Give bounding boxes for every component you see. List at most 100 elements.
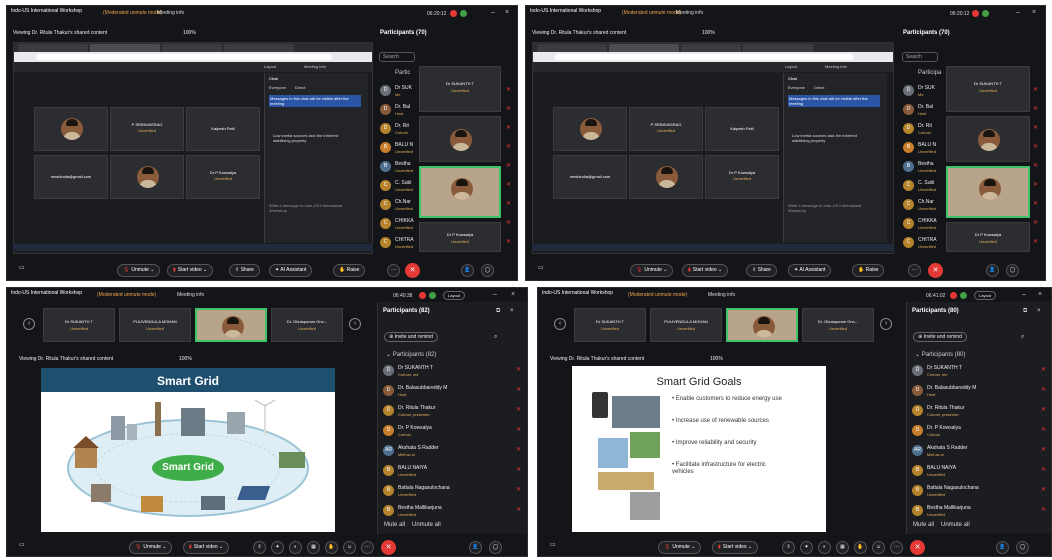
browser-tab[interactable] [681, 44, 741, 52]
mic-muted-icon[interactable]: ✕ [516, 386, 521, 393]
ai-assistant-icon[interactable]: ✦ [800, 541, 813, 554]
minimize-icon[interactable]: – [493, 291, 497, 298]
mic-muted-icon[interactable]: ✕ [516, 486, 521, 493]
participant-row[interactable]: C Ch.Nar Unverified ✕ [375, 196, 517, 214]
mic-muted-icon[interactable]: ✕ [1041, 386, 1046, 393]
browser-tab[interactable] [18, 44, 88, 52]
meeting-info-button[interactable]: Meeting info [708, 292, 735, 298]
video-tile[interactable]: nmshindia@gmail.com [34, 155, 108, 199]
mic-muted-icon[interactable]: ✕ [516, 506, 521, 513]
video-tile[interactable] [34, 107, 108, 151]
video-thumbnail[interactable]: Dr. Obulapuram Gno... Unverified [271, 308, 343, 342]
reactions-icon[interactable]: ☺ [872, 541, 885, 554]
participant-row[interactable]: B Bestha Mallikarjuna Unverified ✕ [378, 502, 527, 520]
participant-row[interactable]: B Battala Nagasulochana Unverified ✕ [907, 482, 1051, 500]
leave-meeting-button[interactable]: ✕ [928, 263, 943, 278]
participant-row[interactable]: D Dr SUK Me ✕ [375, 82, 517, 100]
chat-tab-everyone[interactable]: Everyone [788, 85, 805, 90]
mic-muted-icon[interactable]: ✕ [516, 426, 521, 433]
layout-button[interactable]: Layout [264, 64, 276, 69]
mic-muted-icon[interactable]: ✕ [1033, 124, 1038, 131]
mic-muted-icon[interactable]: ✕ [1033, 219, 1038, 226]
unmute-all-button[interactable]: Unmute all [412, 522, 441, 529]
mic-muted-icon[interactable]: ✕ [1033, 86, 1038, 93]
video-thumbnail[interactable]: Dr. Obulapuram Gno... Unverified [802, 308, 874, 342]
participant-row[interactable]: C Ch.Nar Unverified ✕ [898, 196, 1044, 214]
raise-hand-icon[interactable]: ✋ [325, 541, 338, 554]
participant-row[interactable]: C CHITRA Unverified ✕ [898, 234, 1044, 252]
chat-input[interactable]: Write a message to Indo-US International… [788, 203, 878, 213]
participant-row[interactable]: D Dr. Rit Cohost ✕ [898, 120, 1044, 138]
mic-muted-icon[interactable]: ✕ [1041, 446, 1046, 453]
browser-tab-active[interactable] [609, 44, 679, 52]
mic-muted-icon[interactable]: ✕ [1033, 162, 1038, 169]
participant-row[interactable]: B BALU NAIYA Unverified ✕ [907, 462, 1051, 480]
participant-row[interactable]: D Dr SUKANTH T Cohost, me ✕ [378, 362, 527, 380]
mic-muted-icon[interactable]: ✕ [1033, 238, 1038, 245]
video-thumbnail[interactable]: PULIVENDULA MOHAN Unverified [650, 308, 722, 342]
video-tile[interactable] [629, 155, 703, 199]
mic-muted-icon[interactable]: ✕ [506, 238, 511, 245]
chat-icon[interactable]: ▭ [19, 542, 25, 549]
apps-icon[interactable]: ▦ [307, 541, 320, 554]
participant-row[interactable]: B Battala Nagasulochana Unverified ✕ [378, 482, 527, 500]
inner-meeting-info[interactable]: Meeting info [825, 64, 847, 69]
zoom-level[interactable]: 100% [183, 30, 196, 36]
participant-row[interactable]: D Dr. Balasubbareddy M Host ✕ [907, 382, 1051, 400]
video-tile[interactable]: Kalpesh.Patil [186, 107, 260, 151]
url-field[interactable] [36, 54, 332, 60]
ai-assistant-icon[interactable]: ✦ [271, 541, 284, 554]
unmute-all-button[interactable]: Unmute all [941, 522, 970, 529]
close-panel-icon[interactable]: × [1037, 308, 1041, 315]
mic-muted-icon[interactable]: ✕ [1041, 506, 1046, 513]
ai-assistant-button[interactable]: ✦ AI Assistant [788, 264, 832, 277]
more-options-button[interactable]: ··· [908, 264, 921, 277]
captions-icon[interactable]: ◐ [818, 541, 831, 554]
participant-row[interactable]: C CHIKKA Unverified ✕ [375, 215, 517, 233]
mic-muted-icon[interactable]: ✕ [1033, 105, 1038, 112]
close-icon[interactable]: × [1038, 291, 1042, 298]
mic-muted-icon[interactable]: ✕ [506, 86, 511, 93]
browser-tab[interactable] [162, 44, 222, 52]
previous-page-icon[interactable]: ‹ [554, 318, 566, 330]
participant-row[interactable]: C CHITRA Unverified ✕ [375, 234, 517, 252]
more-options-button[interactable]: ··· [387, 264, 400, 277]
chat-bubble-icon[interactable]: ◯ [481, 264, 494, 277]
participant-row[interactable]: B BALU N Unverified ✕ [898, 139, 1044, 157]
close-icon[interactable]: × [511, 291, 515, 298]
next-page-icon[interactable]: › [880, 318, 892, 330]
more-options-button[interactable]: ··· [890, 541, 903, 554]
chat-tab-direct[interactable]: Direct [814, 85, 824, 90]
participant-search[interactable]: Search [902, 52, 938, 62]
participant-row[interactable]: D Dr. Bal Host ✕ [375, 101, 517, 119]
share-icon[interactable]: ⇪ [782, 541, 795, 554]
close-icon[interactable]: × [1032, 9, 1036, 16]
url-field[interactable] [555, 54, 853, 60]
mic-muted-icon[interactable]: ✕ [516, 446, 521, 453]
chat-input[interactable]: Write a message to Indo-US International… [269, 203, 359, 213]
mic-muted-icon[interactable]: ✕ [506, 219, 511, 226]
zoom-level[interactable]: 100% [710, 356, 723, 362]
browser-tab[interactable] [224, 44, 294, 52]
video-tile[interactable]: Kalpesh.Patil [705, 107, 779, 151]
search-icon[interactable]: ⌕ [1021, 334, 1024, 341]
participant-row[interactable]: D Dr. Ritula Thakur Cohost, presenter ✕ [378, 402, 527, 420]
mic-muted-icon[interactable]: ✕ [1041, 426, 1046, 433]
chat-bubble-icon[interactable]: ◯ [1016, 541, 1029, 554]
participant-row[interactable]: B BALU N Unverified ✕ [375, 139, 517, 157]
chat-tab-direct[interactable]: Direct [295, 85, 305, 90]
participant-row[interactable]: B Bestha Mallikarjuna Unverified ✕ [907, 502, 1051, 520]
participants-icon[interactable]: 👤 [986, 264, 999, 277]
mic-muted-icon[interactable]: ✕ [506, 162, 511, 169]
participant-row[interactable]: D Dr SUK Me ✕ [898, 82, 1044, 100]
participant-row[interactable]: C C. Subl Unverified ✕ [375, 177, 517, 195]
mic-muted-icon[interactable]: ✕ [506, 181, 511, 188]
mic-muted-icon[interactable]: ✕ [1041, 466, 1046, 473]
participant-row[interactable]: AR Akshata S Radder Mell.ac.in ✕ [378, 442, 527, 460]
mic-muted-icon[interactable]: ✕ [1033, 143, 1038, 150]
browser-tab[interactable] [537, 44, 607, 52]
participant-row[interactable]: D Dr. Rit Cohost ✕ [375, 120, 517, 138]
next-page-icon[interactable]: › [349, 318, 361, 330]
unmute-button[interactable]: 🎙 Unmute ⌄ [658, 541, 702, 554]
mic-muted-icon[interactable]: ✕ [506, 200, 511, 207]
